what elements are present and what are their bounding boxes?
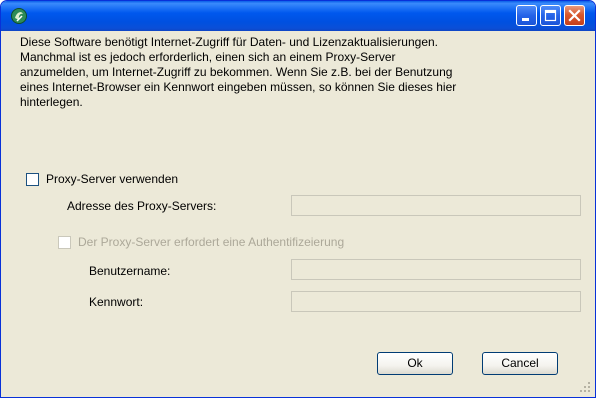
maximize-icon	[544, 9, 557, 22]
username-label: Benutzername:	[89, 264, 171, 278]
app-icon	[11, 8, 27, 24]
proxy-address-label: Adresse des Proxy-Servers:	[67, 199, 217, 213]
use-proxy-label[interactable]: Proxy-Server verwenden	[46, 172, 178, 186]
proxy-settings-dialog: Diese Software benötigt Internet-Zugriff…	[0, 0, 596, 398]
close-button[interactable]	[564, 5, 585, 26]
title-bar[interactable]	[1, 1, 595, 31]
intro-line: eines Internet-Browser ein Kennwort eing…	[20, 80, 457, 94]
ok-button[interactable]: Ok	[377, 352, 453, 375]
resize-grip-icon[interactable]	[579, 381, 591, 393]
password-field[interactable]	[291, 291, 581, 312]
password-label: Kennwort:	[89, 295, 144, 309]
close-icon	[568, 9, 581, 22]
auth-required-label[interactable]: Der Proxy-Server erfordert eine Authenti…	[78, 235, 344, 249]
intro-line: Diese Software benötigt Internet-Zugriff…	[20, 35, 439, 49]
minimize-icon	[522, 18, 529, 21]
intro-line: anzumelden, um Internet-Zugriff zu bekom…	[20, 65, 453, 79]
use-proxy-checkbox[interactable]	[26, 173, 39, 186]
minimize-button[interactable]	[516, 5, 537, 26]
intro-line: Manchmal ist es jedoch erforderlich, ein…	[20, 50, 396, 64]
maximize-button[interactable]	[540, 5, 561, 26]
auth-required-checkbox[interactable]	[58, 236, 71, 249]
cancel-button[interactable]: Cancel	[482, 352, 558, 375]
intro-text: Diese Software benötigt Internet-Zugriff…	[20, 35, 580, 110]
username-field[interactable]	[291, 259, 581, 280]
intro-line: hinterlegen.	[20, 95, 83, 109]
proxy-address-field[interactable]	[291, 195, 581, 216]
